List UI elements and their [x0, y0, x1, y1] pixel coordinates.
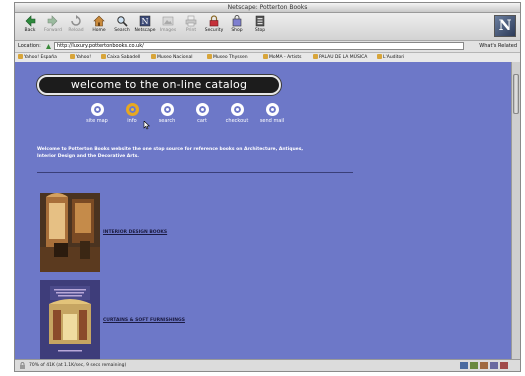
status-text: 70% of 41K (at 1.1K/sec, 9 secs remainin…	[29, 363, 127, 368]
nav-send-mail[interactable]: send mail	[256, 103, 288, 125]
security-lock-icon[interactable]	[19, 362, 26, 369]
stop-button[interactable]: Stop	[249, 15, 271, 38]
home-icon	[93, 15, 105, 27]
location-label: Location:	[18, 43, 41, 49]
bookmark-item[interactable]: PALAU DE LA MÚSICA	[313, 53, 367, 62]
shop-button[interactable]: Shop	[226, 15, 248, 38]
bookmark-item[interactable]: Yahoo!	[70, 53, 91, 62]
intro-line: Welcome to Potterton Books website the o…	[37, 147, 304, 152]
printer-icon	[185, 15, 197, 27]
svg-text:N: N	[142, 17, 149, 26]
back-button[interactable]: Back	[19, 15, 41, 38]
url-input[interactable]: http://luxury.pottertonbooks.co.uk/	[54, 42, 464, 50]
category-link-curtains[interactable]: CURTAINS & SOFT FURNISHINGS	[103, 318, 185, 324]
ring-icon	[125, 103, 139, 116]
images-button[interactable]: Images	[157, 15, 179, 38]
bookmark-item[interactable]: Museo Thyssen	[207, 53, 248, 62]
component-bar-icons[interactable]	[460, 362, 510, 369]
horizontal-rule	[37, 172, 353, 173]
padlock-icon	[209, 15, 219, 27]
ring-icon	[195, 103, 209, 116]
nav-checkout[interactable]: checkout	[221, 103, 253, 125]
security-button[interactable]: Security	[203, 15, 225, 38]
reload-icon	[71, 15, 81, 26]
print-button[interactable]: Print	[180, 15, 202, 38]
welcome-banner: welcome to the on-line catalog	[37, 75, 281, 95]
bookmark-icon	[151, 54, 156, 59]
search-button[interactable]: Search	[111, 15, 133, 38]
bookmark-icon	[18, 54, 23, 59]
ring-icon	[160, 103, 174, 116]
ring-icon	[265, 103, 279, 116]
curtains-soft-furnishings-book-thumbnail[interactable]	[40, 280, 100, 360]
category-link-interior-design[interactable]: INTERIOR DESIGN BOOKS	[103, 230, 167, 236]
bookmark-icon	[377, 54, 382, 59]
shopping-bag-icon	[232, 15, 242, 27]
stop-icon	[255, 15, 265, 27]
nav-cart[interactable]: cart	[186, 103, 218, 125]
browser-window: Netscape: Potterton Books Back Forward R…	[14, 2, 521, 372]
netscape-button[interactable]: N Netscape	[134, 15, 156, 38]
ring-icon	[90, 103, 104, 116]
intro-text: Welcome to Potterton Books website the o…	[37, 146, 367, 160]
mouse-pointer-icon	[143, 121, 151, 130]
vertical-scrollbar[interactable]	[511, 62, 520, 360]
bookmark-icon	[263, 54, 268, 59]
ring-icon	[230, 103, 244, 116]
whats-related-button[interactable]: What's Related	[479, 42, 517, 51]
nav-search[interactable]: search	[151, 103, 183, 125]
netscape-icon: N	[139, 15, 151, 27]
bookmark-page-icon[interactable]	[45, 43, 52, 50]
bookmark-item[interactable]: Yahoo! España	[18, 53, 57, 62]
bookmark-item[interactable]: L'Auditori	[377, 53, 404, 62]
status-bar: 70% of 41K (at 1.1K/sec, 9 secs remainin…	[15, 359, 520, 371]
bookmark-item[interactable]: Museo Nacional	[151, 53, 193, 62]
netscape-throbber-logo[interactable]: N	[494, 15, 516, 37]
intro-line: Interior Design and the Decorative Arts.	[37, 154, 140, 159]
forward-arrow-icon	[47, 15, 58, 27]
search-icon	[117, 16, 128, 27]
banner-text: welcome to the on-line catalog	[70, 78, 248, 91]
reload-button[interactable]: Reload	[65, 15, 87, 38]
bookmark-icon	[101, 54, 106, 59]
bookmark-item[interactable]: MoMA - Artists	[263, 53, 301, 62]
nav-site-map[interactable]: site map	[81, 103, 113, 125]
forward-button[interactable]: Forward	[42, 15, 64, 38]
location-bar: Location: http://luxury.pottertonbooks.c…	[15, 41, 520, 53]
bookmark-icon	[70, 54, 75, 59]
bookmark-item[interactable]: Caixa Sabadell	[101, 53, 140, 62]
back-arrow-icon	[25, 15, 36, 27]
scrollbar-thumb[interactable]	[513, 74, 519, 114]
interior-design-book-thumbnail[interactable]	[40, 193, 100, 272]
home-button[interactable]: Home	[88, 15, 110, 38]
whats-related-label: What's Related	[479, 43, 517, 49]
bookmark-icon	[207, 54, 212, 59]
page-content: welcome to the on-line catalog site map …	[15, 62, 511, 360]
navigation-toolbar: Back Forward Reload Home Search N Netsca…	[15, 13, 520, 41]
window-title: Netscape: Potterton Books	[227, 4, 308, 11]
images-icon	[162, 16, 174, 26]
title-bar[interactable]: Netscape: Potterton Books	[15, 3, 520, 13]
bookmark-icon	[313, 54, 318, 59]
